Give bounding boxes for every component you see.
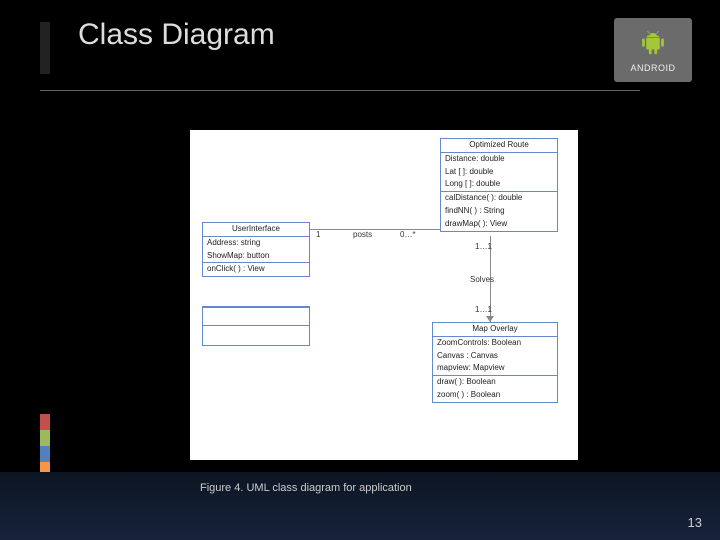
figure-caption: Figure 4. UML class diagram for applicat… [200,482,412,494]
uml-mult-bottom: 1…1 [475,305,492,314]
uml-attr: Address: string [203,237,309,250]
side-accent-bar [40,414,50,478]
uml-attr: ShowMap: button [203,250,309,263]
uml-mult-top: 1…1 [475,242,492,251]
android-logo: ANDROID [614,18,692,82]
uml-attr: Distance: double [441,153,557,166]
uml-class-name: Optimized Route [441,139,557,152]
title-accent-bar [40,22,50,74]
uml-attr: Lat [ ]: double [441,166,557,179]
uml-assoc-label: Solves [470,275,494,284]
uml-attr: Long [ ]: double [441,178,557,191]
uml-op: zoom( ) : Boolean [433,389,557,402]
uml-op: drawMap( ): View [441,218,557,231]
uml-op: calDistance( ): double [441,192,557,205]
uml-assoc-label: posts [353,230,372,239]
uml-association-posts [310,229,440,230]
uml-arrow-down-icon [486,316,494,322]
uml-class-name: UserInterface [203,223,309,236]
uml-attr: Canvas : Canvas [433,350,557,363]
android-icon [636,27,670,61]
uml-mult-left: 1 [316,230,320,239]
uml-mult-right: 0…* [400,230,416,239]
uml-class-optimizedroute: Optimized Route Distance: double Lat [ ]… [440,138,558,232]
uml-diagram: UserInterface Address: string ShowMap: b… [190,130,578,460]
uml-class-mapoverlay: Map Overlay ZoomControls: Boolean Canvas… [432,322,558,403]
uml-attr: mapview: Mapview [433,362,557,375]
uml-op: findNN( ) : String [441,205,557,218]
uml-attr: ZoomControls: Boolean [433,337,557,350]
uml-empty-box [202,306,310,346]
footer-band: Figure 4. UML class diagram for applicat… [0,472,720,540]
title-underline [40,90,640,91]
uml-op: draw( ): Boolean [433,376,557,389]
page-number: 13 [688,515,702,530]
uml-class-userinterface: UserInterface Address: string ShowMap: b… [202,222,310,277]
uml-op: onClick( ) : View [203,263,309,276]
android-logo-text: ANDROID [630,63,675,73]
uml-class-name: Map Overlay [433,323,557,336]
